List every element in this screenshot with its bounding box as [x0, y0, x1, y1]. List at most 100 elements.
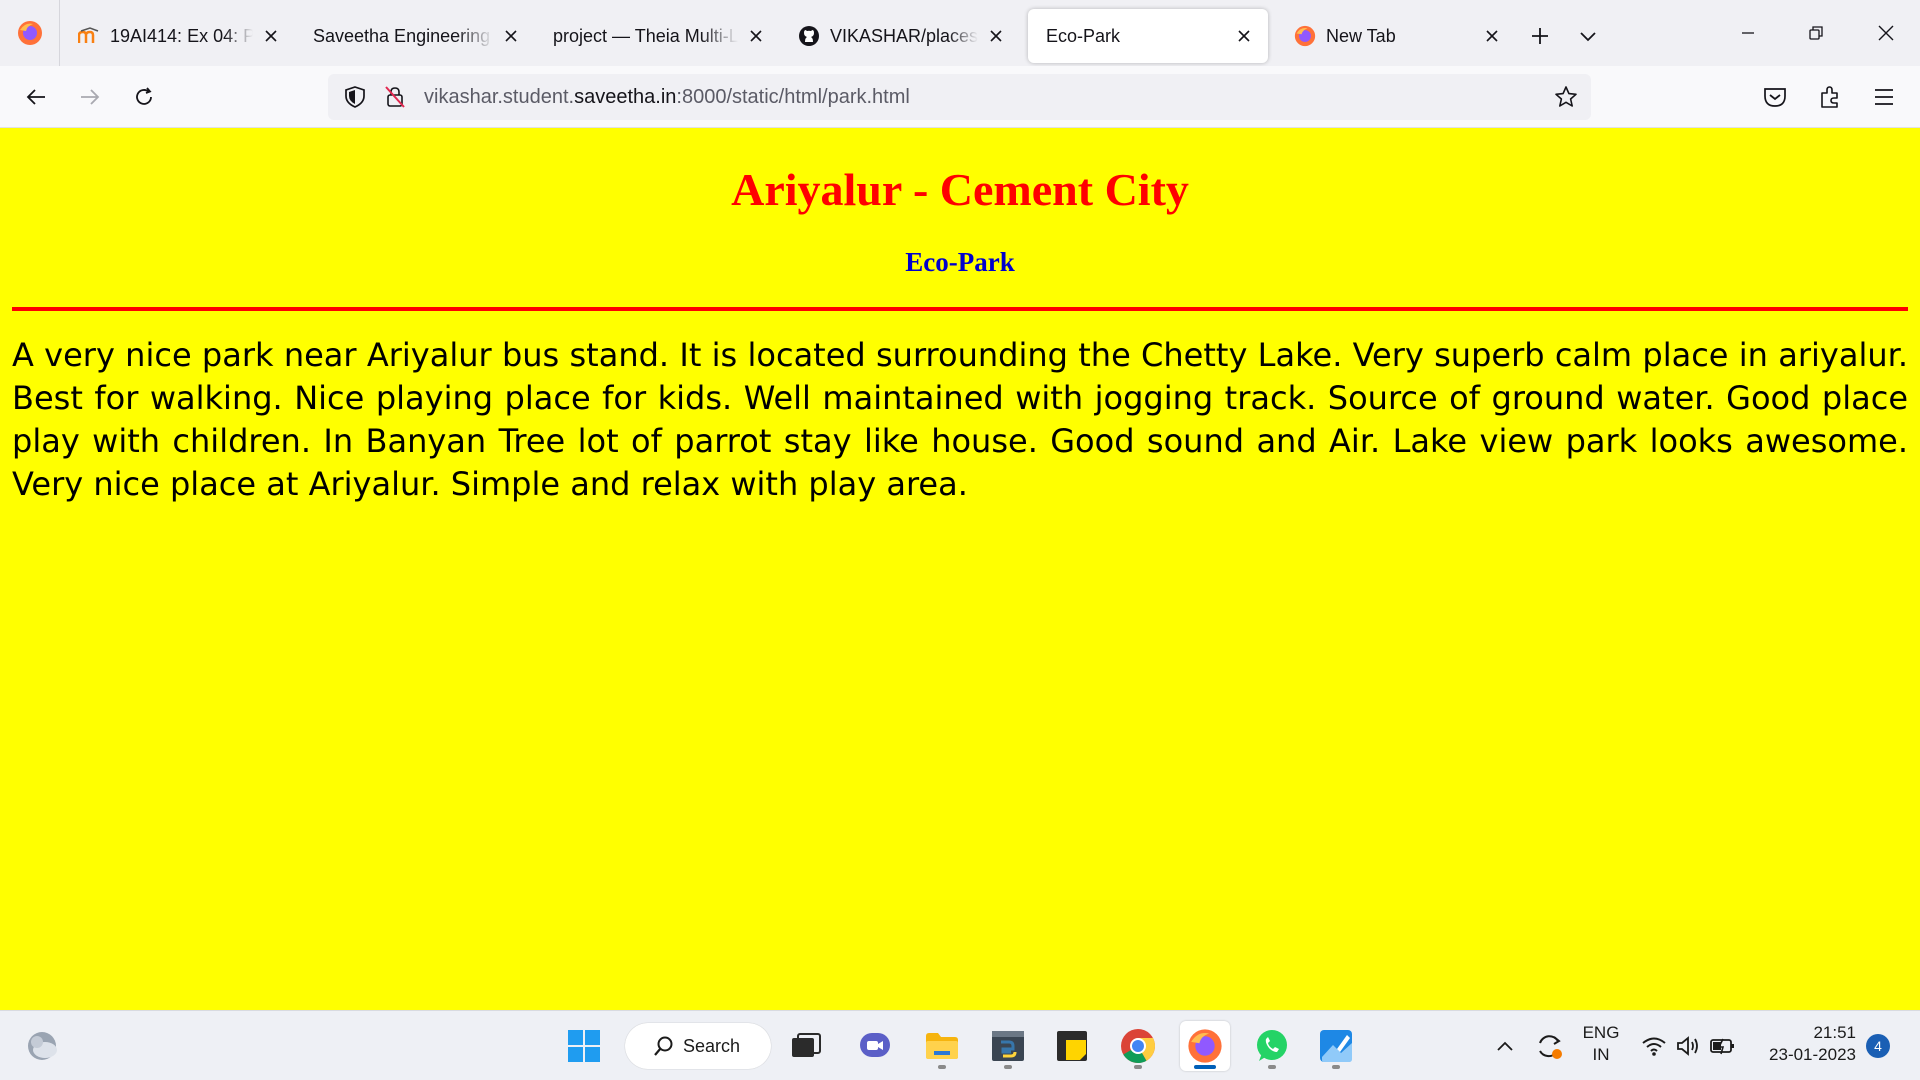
- show-hidden-icons-button[interactable]: [1489, 1021, 1521, 1071]
- tab-title: 19AI414: Ex 04: Places Around Me: [110, 25, 253, 46]
- minimize-button[interactable]: [1714, 0, 1782, 66]
- restore-button[interactable]: [1782, 0, 1850, 66]
- close-icon: [1878, 25, 1894, 41]
- running-indicator: [1004, 1065, 1012, 1069]
- firefox-view-button[interactable]: [0, 0, 60, 66]
- firefox-icon: [17, 21, 42, 45]
- python-app-button[interactable]: [983, 1021, 1033, 1071]
- hamburger-menu-icon: [1875, 89, 1893, 105]
- clock-time: 21:51: [1813, 1023, 1856, 1042]
- clock[interactable]: 21:51 23-01-2023: [1752, 1022, 1856, 1066]
- chrome-icon: [1121, 1029, 1155, 1063]
- chrome-button[interactable]: [1113, 1021, 1163, 1071]
- insecure-connection-icon[interactable]: [380, 85, 410, 109]
- page-title: Ariyalur - Cement City: [731, 164, 1189, 215]
- taskbar-search-box[interactable]: Search: [625, 1023, 771, 1069]
- tab-title: New Tab: [1326, 25, 1396, 46]
- arrow-right-icon: [81, 89, 100, 105]
- new-tab-button[interactable]: [1516, 9, 1564, 63]
- input-language-indicator[interactable]: ENG IN: [1576, 1022, 1626, 1066]
- firefox-icon: [1294, 25, 1316, 47]
- close-icon[interactable]: [259, 24, 283, 48]
- close-icon[interactable]: [1232, 24, 1256, 48]
- arrow-left-icon: [26, 89, 45, 105]
- address-bar[interactable]: vikashar.student.saveetha.in:8000/static…: [328, 74, 1591, 120]
- sync-icon: [1539, 1035, 1562, 1059]
- close-icon[interactable]: [1480, 24, 1504, 48]
- tab-new-tab[interactable]: New Tab: [1276, 9, 1516, 63]
- sticky-notes-button[interactable]: [1047, 1021, 1097, 1071]
- running-indicator: [1268, 1065, 1276, 1069]
- volume-icon: [1677, 1036, 1698, 1056]
- quick-settings-button[interactable]: [1637, 1021, 1741, 1071]
- weather-cloud-icon: [28, 1032, 57, 1060]
- windows-logo-icon: [568, 1030, 600, 1062]
- tab-title: Saveetha Engineering College: [313, 25, 493, 46]
- puzzle-icon: [1821, 86, 1838, 108]
- tracking-protection-shield-icon[interactable]: [340, 85, 370, 109]
- start-button[interactable]: [559, 1021, 609, 1071]
- page-subtitle: Eco-Park: [905, 247, 1015, 277]
- language-code: ENG: [1582, 1023, 1620, 1042]
- clock-date: 23-01-2023: [1769, 1045, 1856, 1064]
- photos-app-button[interactable]: [1311, 1021, 1361, 1071]
- extensions-button[interactable]: [1808, 75, 1852, 119]
- page-viewport: Ariyalur - Cement City Eco-Park A very n…: [0, 128, 1920, 1010]
- file-explorer-button[interactable]: [917, 1021, 967, 1071]
- sync-status-button[interactable]: [1527, 1021, 1571, 1071]
- firefox-taskbar-button[interactable]: [1180, 1021, 1230, 1071]
- wifi-icon: [1642, 1037, 1666, 1056]
- star-icon: [1555, 86, 1577, 107]
- moodle-icon: [78, 25, 100, 47]
- tab-title: VIKASHAR/places-around-me: [830, 25, 978, 46]
- running-indicator: [1332, 1065, 1340, 1069]
- running-indicator: [1134, 1065, 1142, 1069]
- url-prefix: vikashar.student.: [424, 85, 575, 108]
- pocket-icon: [1764, 88, 1786, 107]
- close-window-button[interactable]: [1852, 0, 1920, 66]
- bookmark-star-button[interactable]: [1551, 82, 1581, 112]
- url-text[interactable]: vikashar.student.saveetha.in:8000/static…: [424, 86, 910, 109]
- task-view-icon: [792, 1033, 821, 1057]
- search-label: Search: [683, 1035, 741, 1056]
- github-icon: [798, 25, 820, 47]
- tab-eco-park[interactable]: Eco-Park: [1028, 9, 1268, 63]
- close-icon[interactable]: [744, 24, 768, 48]
- list-all-tabs-button[interactable]: [1564, 9, 1612, 63]
- back-button[interactable]: [14, 75, 58, 119]
- folder-icon: [926, 1033, 958, 1059]
- pocket-button[interactable]: [1753, 75, 1797, 119]
- firefox-icon: [1188, 1029, 1222, 1063]
- tab-title: project — Theia Multi-Language: [553, 25, 738, 46]
- sticky-note-icon: [1057, 1031, 1087, 1061]
- running-indicator: [1194, 1065, 1216, 1069]
- forward-button[interactable]: [68, 75, 112, 119]
- search-icon: [653, 1035, 675, 1057]
- region-code: IN: [1592, 1045, 1610, 1064]
- tab-theia[interactable]: project — Theia Multi-Language: [535, 9, 780, 63]
- close-icon[interactable]: [984, 24, 1008, 48]
- python-window-icon: [992, 1031, 1024, 1061]
- page-description: A very nice park near Ariyalur bus stand…: [12, 336, 1908, 503]
- teams-chat-button[interactable]: [850, 1021, 900, 1071]
- video-chat-icon: [860, 1033, 890, 1057]
- tab-ex04[interactable]: 19AI414: Ex 04: Places Around Me: [60, 9, 295, 63]
- photo-pen-icon: [1320, 1030, 1352, 1062]
- url-path: :8000/static/html/park.html: [676, 85, 910, 108]
- whatsapp-icon: [1257, 1030, 1287, 1061]
- tab-github[interactable]: VIKASHAR/places-around-me: [780, 9, 1020, 63]
- tab-saveetha[interactable]: Saveetha Engineering College: [295, 9, 535, 63]
- whatsapp-button[interactable]: [1247, 1021, 1297, 1071]
- task-view-button[interactable]: [781, 1021, 831, 1071]
- notification-badge[interactable]: 4: [1866, 1034, 1890, 1058]
- plus-icon: [1532, 28, 1548, 44]
- close-icon[interactable]: [499, 24, 523, 48]
- windows-taskbar: Search ENG IN 21:51 23-01-2023 4: [0, 1010, 1920, 1080]
- tab-strip: 19AI414: Ex 04: Places Around Me Saveeth…: [0, 0, 1920, 66]
- horizontal-rule: [12, 307, 1908, 311]
- chevron-down-icon: [1580, 32, 1596, 42]
- application-menu-button[interactable]: [1862, 75, 1906, 119]
- widgets-button[interactable]: [18, 1021, 68, 1071]
- restore-icon: [1809, 26, 1823, 40]
- reload-button[interactable]: [122, 75, 166, 119]
